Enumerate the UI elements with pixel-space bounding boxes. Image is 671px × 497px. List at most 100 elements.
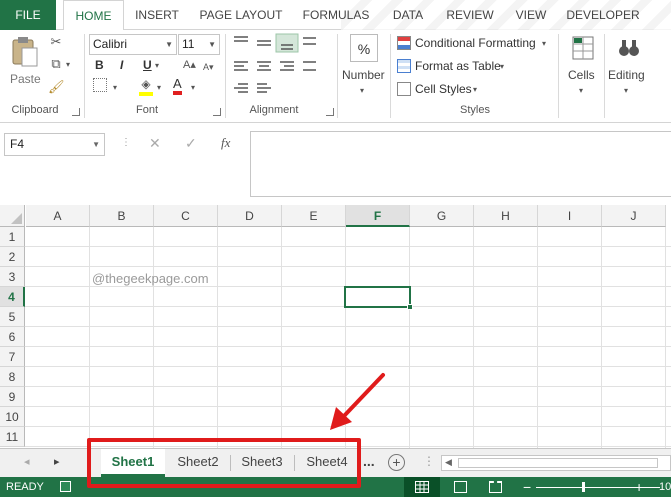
annotation-highlight-box xyxy=(87,438,361,488)
font-color-dropdown-icon[interactable]: ▾ xyxy=(191,83,195,92)
scroll-prev-sheet-icon[interactable]: ◂ xyxy=(24,455,30,468)
zoom-slider-thumb[interactable] xyxy=(582,482,585,492)
more-sheets-button[interactable]: ... xyxy=(363,453,375,469)
cell-styles-icon xyxy=(397,82,411,96)
column-header-e[interactable]: E xyxy=(282,205,346,227)
normal-view-button[interactable] xyxy=(404,477,440,497)
find-binoculars-icon xyxy=(619,40,639,56)
tab-developer[interactable]: DEVELOPER xyxy=(562,0,644,30)
underline-button[interactable]: U xyxy=(143,58,152,72)
cell-styles-button[interactable]: Cell Styles ▾ xyxy=(396,81,496,99)
tab-review[interactable]: REVIEW xyxy=(440,0,500,30)
borders-icon[interactable] xyxy=(93,78,107,92)
column-header-h[interactable]: H xyxy=(474,205,538,227)
group-separator xyxy=(390,34,391,118)
column-header-a[interactable]: A xyxy=(26,205,90,227)
column-header-d[interactable]: D xyxy=(218,205,282,227)
number-format-button[interactable]: % Number ▾ xyxy=(341,32,389,98)
row-header-8[interactable]: 8 xyxy=(0,367,25,387)
grid-line xyxy=(25,426,671,427)
page-layout-view-icon[interactable] xyxy=(454,481,467,493)
copy-icon[interactable]: ⧉ xyxy=(48,56,64,72)
row-header-9[interactable]: 9 xyxy=(0,387,25,407)
row-header-11[interactable]: 11 xyxy=(0,427,25,447)
underline-dropdown-icon[interactable]: ▾ xyxy=(155,61,159,70)
zoom-level[interactable]: 10 xyxy=(659,477,671,497)
scroll-left-icon[interactable]: ◀ xyxy=(445,457,452,468)
formula-input[interactable] xyxy=(250,131,671,197)
insert-function-icon[interactable]: fx xyxy=(221,135,230,151)
chevron-down-icon: ▼ xyxy=(165,40,173,49)
column-header-g[interactable]: G xyxy=(410,205,474,227)
enter-icon[interactable]: ✓ xyxy=(185,135,197,152)
column-header-f[interactable]: F xyxy=(346,205,410,227)
cells-button[interactable]: Cells ▾ xyxy=(562,32,604,98)
zoom-out-icon[interactable]: − xyxy=(523,477,531,497)
select-all-corner[interactable] xyxy=(0,205,25,227)
active-cell[interactable] xyxy=(344,286,413,310)
cut-icon[interactable]: ✂ xyxy=(48,34,64,50)
column-header-b[interactable]: B xyxy=(90,205,154,227)
worksheet-grid[interactable]: ABCDEFGHIJ 1 2 3 4 5 6 7 8 9 10 11 @thegeekpage.co… xyxy=(0,205,671,448)
format-as-table-button[interactable]: Format as Table ▾ xyxy=(396,58,526,76)
row-header-1[interactable]: 1 xyxy=(0,227,25,247)
row-header-10[interactable]: 10 xyxy=(0,407,25,427)
grid-line xyxy=(217,227,218,448)
editing-button[interactable]: Editing ▾ xyxy=(606,32,652,98)
group-separator xyxy=(604,34,605,118)
conditional-formatting-button[interactable]: Conditional Formatting ▾ xyxy=(396,35,551,53)
cancel-icon[interactable]: ✕ xyxy=(149,135,161,152)
italic-button[interactable]: I xyxy=(120,58,123,72)
shrink-font-icon[interactable]: A▾ xyxy=(203,59,214,75)
scrollbar-thumb[interactable] xyxy=(458,458,658,468)
column-header-c[interactable]: C xyxy=(154,205,218,227)
horizontal-scrollbar[interactable]: ◀ xyxy=(441,455,671,471)
font-name-combo[interactable]: Calibri ▼ xyxy=(89,34,177,55)
grow-font-icon[interactable]: A▴ xyxy=(183,57,196,73)
tab-view[interactable]: VIEW xyxy=(508,0,554,30)
tab-insert[interactable]: INSERT xyxy=(128,0,186,30)
font-launcher-icon[interactable] xyxy=(213,108,221,116)
macro-record-icon[interactable] xyxy=(60,481,71,492)
paste-icon xyxy=(12,37,38,67)
group-separator xyxy=(84,34,85,118)
clipboard-launcher-icon[interactable] xyxy=(72,108,80,116)
cell-styles-label: Cell Styles xyxy=(415,82,472,96)
row-header-5[interactable]: 5 xyxy=(0,307,25,327)
borders-dropdown-icon[interactable]: ▾ xyxy=(113,83,117,92)
font-size-combo[interactable]: 11 ▼ xyxy=(178,34,220,55)
format-painter-icon[interactable]: 🖌 xyxy=(48,79,65,95)
row-header-4[interactable]: 4 xyxy=(0,287,25,307)
zoom-in-icon[interactable]: + xyxy=(635,477,643,497)
drag-handle-icon[interactable]: ⋮ xyxy=(121,137,131,148)
splitter-handle[interactable]: ⋮ xyxy=(423,454,435,468)
column-header-i[interactable]: I xyxy=(538,205,602,227)
tab-data[interactable]: DATA xyxy=(385,0,431,30)
paste-button[interactable]: Paste xyxy=(6,34,44,94)
tab-page-layout[interactable]: PAGE LAYOUT xyxy=(192,0,290,30)
page-break-view-icon[interactable] xyxy=(489,481,502,493)
bold-button[interactable]: B xyxy=(95,58,104,72)
grid-line xyxy=(281,227,282,448)
tab-file[interactable]: FILE xyxy=(0,0,56,30)
scroll-next-sheet-icon[interactable]: ▸ xyxy=(54,455,60,468)
row-header-3[interactable]: 3 xyxy=(0,267,25,287)
row-header-7[interactable]: 7 xyxy=(0,347,25,367)
chevron-down-icon: ▾ xyxy=(624,86,629,95)
fill-handle[interactable] xyxy=(407,304,413,310)
ribbon-tab-bar: FILE HOME INSERT PAGE LAYOUT FORMULAS DA… xyxy=(0,0,671,31)
row-header-6[interactable]: 6 xyxy=(0,327,25,347)
select-all-icon xyxy=(11,213,22,224)
row-header-2[interactable]: 2 xyxy=(0,247,25,267)
styles-group-label: Styles xyxy=(460,104,490,116)
column-header-j[interactable]: J xyxy=(602,205,666,227)
tab-formulas[interactable]: FORMULAS xyxy=(296,0,376,30)
tab-home[interactable]: HOME xyxy=(63,0,124,31)
alignment-launcher-icon[interactable] xyxy=(326,108,334,116)
font-color-icon[interactable]: A xyxy=(173,77,182,95)
name-box[interactable]: F4 ▼ xyxy=(4,133,105,156)
copy-dropdown-icon[interactable]: ▾ xyxy=(66,60,70,69)
fill-color-icon[interactable]: ◈ xyxy=(139,76,153,96)
fill-color-dropdown-icon[interactable]: ▾ xyxy=(157,83,161,92)
add-sheet-button[interactable]: + xyxy=(388,454,405,471)
